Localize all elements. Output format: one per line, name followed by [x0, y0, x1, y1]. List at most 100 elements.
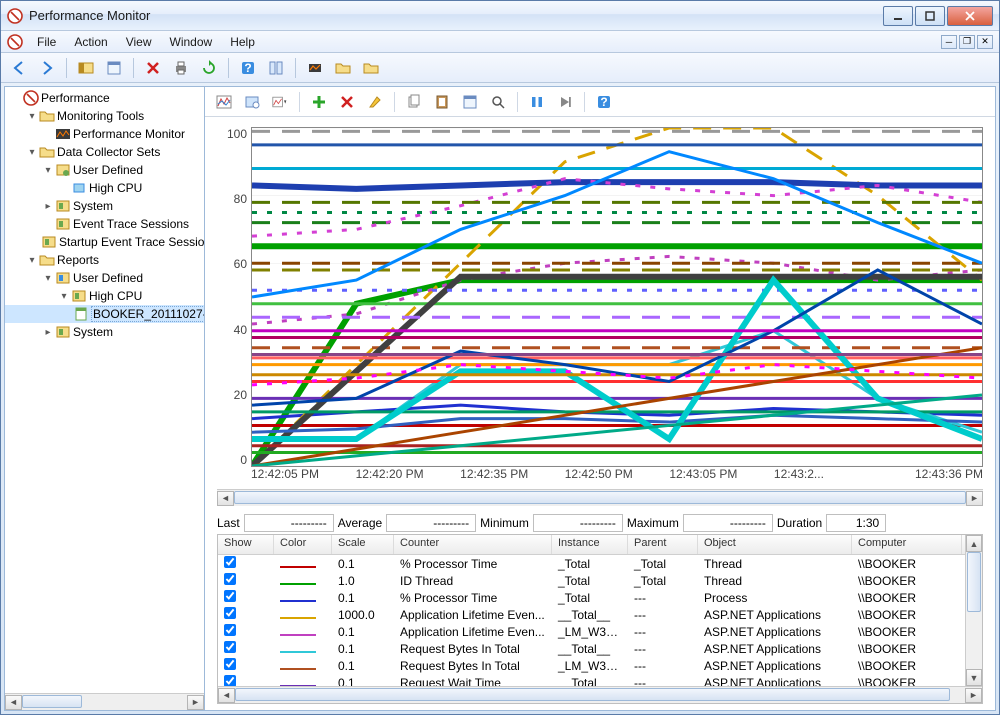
- menu-help[interactable]: Help: [222, 33, 263, 51]
- show-checkbox[interactable]: [224, 607, 236, 619]
- update-data-button[interactable]: [552, 90, 578, 114]
- delete-button[interactable]: [141, 56, 165, 80]
- refresh-button[interactable]: [197, 56, 221, 80]
- show-checkbox[interactable]: [224, 641, 236, 653]
- menu-window[interactable]: Window: [162, 33, 221, 51]
- tree-item[interactable]: ▾User Defined: [5, 161, 204, 179]
- close-button[interactable]: [947, 6, 993, 26]
- change-graph-type-button[interactable]: [267, 90, 293, 114]
- menu-action[interactable]: Action: [66, 33, 115, 51]
- tree-item[interactable]: BOOKER_20111027-000001: [5, 305, 204, 323]
- tree-twisty-icon[interactable]: ▾: [25, 111, 39, 122]
- show-checkbox[interactable]: [224, 590, 236, 602]
- tree-item[interactable]: High CPU: [5, 179, 204, 197]
- back-button[interactable]: [7, 56, 31, 80]
- minimize-button[interactable]: [883, 6, 913, 26]
- export-list-button[interactable]: [264, 56, 288, 80]
- open-folder-button[interactable]: [331, 56, 355, 80]
- maximize-button[interactable]: [915, 6, 945, 26]
- chart-horizontal-scrollbar[interactable]: ◄ ►: [217, 489, 983, 506]
- tree-item[interactable]: ▸System: [5, 197, 204, 215]
- scroll-left-arrow-icon[interactable]: ◄: [218, 688, 235, 703]
- tree-horizontal-scrollbar[interactable]: ◄ ►: [5, 693, 204, 710]
- highlight-counter-button[interactable]: [362, 90, 388, 114]
- tree-item[interactable]: Startup Event Trace Sessions: [5, 233, 204, 251]
- add-counter-button[interactable]: [306, 90, 332, 114]
- scroll-left-arrow-icon[interactable]: ◄: [217, 491, 234, 506]
- menu-file[interactable]: File: [29, 33, 64, 51]
- tree-twisty-icon[interactable]: ▾: [25, 255, 39, 266]
- grid-horizontal-scrollbar[interactable]: ◄ ►: [218, 686, 982, 703]
- show-checkbox[interactable]: [224, 624, 236, 636]
- tree-twisty-icon[interactable]: ▾: [41, 165, 55, 176]
- forward-button[interactable]: [35, 56, 59, 80]
- print-button[interactable]: [169, 56, 193, 80]
- show-checkbox[interactable]: [224, 675, 236, 686]
- freeze-display-button[interactable]: [524, 90, 550, 114]
- tree-item[interactable]: Performance: [5, 89, 204, 107]
- tree-twisty-icon[interactable]: ▸: [41, 327, 55, 338]
- scroll-left-arrow-icon[interactable]: ◄: [5, 695, 22, 710]
- copy-button[interactable]: [401, 90, 427, 114]
- tree-item[interactable]: ▾Data Collector Sets: [5, 143, 204, 161]
- chart-help-button[interactable]: ?: [591, 90, 617, 114]
- mdi-restore-button[interactable]: ❐: [959, 35, 975, 49]
- scroll-up-arrow-icon[interactable]: ▲: [966, 535, 982, 552]
- properties-button[interactable]: [102, 56, 126, 80]
- table-row[interactable]: 0.1Request Bytes In Total_LM_W3SV...---A…: [218, 657, 965, 674]
- view-current-activity-button[interactable]: [211, 90, 237, 114]
- mdi-close-button[interactable]: ✕: [977, 35, 993, 49]
- delete-counter-button[interactable]: [334, 90, 360, 114]
- mdi-minimize-button[interactable]: ─: [941, 35, 957, 49]
- view-log-button[interactable]: [303, 56, 327, 80]
- paste-button[interactable]: [429, 90, 455, 114]
- table-row[interactable]: 0.1Application Lifetime Even..._LM_W3SV.…: [218, 623, 965, 640]
- scroll-right-arrow-icon[interactable]: ►: [966, 491, 983, 506]
- grid-column-header[interactable]: Scale: [332, 535, 394, 554]
- scroll-right-arrow-icon[interactable]: ►: [187, 695, 204, 710]
- tree-twisty-icon[interactable]: ▾: [25, 147, 39, 158]
- tree-twisty-icon[interactable]: ▾: [57, 291, 71, 302]
- chart-plot-area[interactable]: [251, 127, 983, 467]
- grid-column-header[interactable]: Counter: [394, 535, 552, 554]
- tree-item[interactable]: ▾Monitoring Tools: [5, 107, 204, 125]
- table-row[interactable]: 0.1Request Wait Time__Total__---ASP.NET …: [218, 674, 965, 686]
- tree-item[interactable]: Event Trace Sessions: [5, 215, 204, 233]
- grid-vertical-scrollbar[interactable]: ▲ ▼: [965, 535, 982, 686]
- show-checkbox[interactable]: [224, 658, 236, 670]
- grid-column-header[interactable]: Instance: [552, 535, 628, 554]
- tree-item-label: Event Trace Sessions: [73, 217, 189, 231]
- table-row[interactable]: 0.1Request Bytes In Total__Total__---ASP…: [218, 640, 965, 657]
- properties-chart-button[interactable]: [457, 90, 483, 114]
- title-bar[interactable]: Performance Monitor: [1, 1, 999, 31]
- grid-column-header[interactable]: Color: [274, 535, 332, 554]
- tree-twisty-icon[interactable]: ▾: [41, 273, 55, 284]
- grid-column-header[interactable]: Parent: [628, 535, 698, 554]
- new-folder-button[interactable]: [359, 56, 383, 80]
- zoom-button[interactable]: [485, 90, 511, 114]
- grid-column-header[interactable]: Computer: [852, 535, 962, 554]
- grid-column-header[interactable]: Show: [218, 535, 274, 554]
- tree-view[interactable]: Performance▾Monitoring ToolsPerformance …: [5, 87, 204, 693]
- tree-twisty-icon[interactable]: ▸: [41, 201, 55, 212]
- grid-rows[interactable]: 0.1% Processor Time_Total_TotalThread\\B…: [218, 555, 965, 686]
- show-hide-tree-button[interactable]: [74, 56, 98, 80]
- show-checkbox[interactable]: [224, 573, 236, 585]
- tree-item[interactable]: Performance Monitor: [5, 125, 204, 143]
- table-row[interactable]: 1000.0Application Lifetime Even...__Tota…: [218, 606, 965, 623]
- help-button[interactable]: ?: [236, 56, 260, 80]
- scroll-down-arrow-icon[interactable]: ▼: [966, 669, 982, 686]
- grid-header[interactable]: ShowColorScaleCounterInstanceParentObjec…: [218, 535, 965, 555]
- tree-item[interactable]: ▾High CPU: [5, 287, 204, 305]
- scroll-right-arrow-icon[interactable]: ►: [965, 688, 982, 703]
- table-row[interactable]: 0.1% Processor Time_Total---Process\\BOO…: [218, 589, 965, 606]
- grid-column-header[interactable]: Object: [698, 535, 852, 554]
- tree-item[interactable]: ▾Reports: [5, 251, 204, 269]
- table-row[interactable]: 0.1% Processor Time_Total_TotalThread\\B…: [218, 555, 965, 572]
- table-row[interactable]: 1.0ID Thread_Total_TotalThread\\BOOKER: [218, 572, 965, 589]
- tree-item[interactable]: ▸System: [5, 323, 204, 341]
- show-checkbox[interactable]: [224, 556, 236, 568]
- menu-view[interactable]: View: [118, 33, 160, 51]
- tree-item[interactable]: ▾User Defined: [5, 269, 204, 287]
- view-log-data-button[interactable]: [239, 90, 265, 114]
